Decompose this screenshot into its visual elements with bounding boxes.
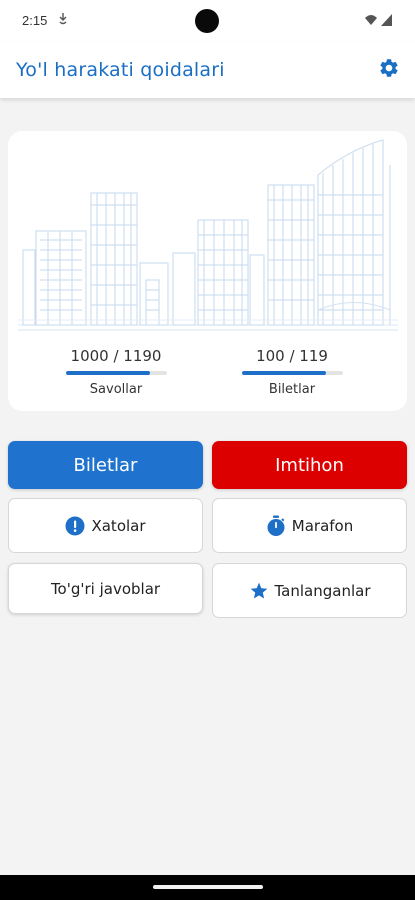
city-skyline-illustration <box>18 135 398 340</box>
questions-progress <box>65 371 167 375</box>
system-nav-bar <box>0 875 415 900</box>
questions-stat: 1000 / 1190 Savollar <box>41 347 191 397</box>
errors-button[interactable]: Xatolar <box>8 498 203 553</box>
errors-button-label: Xatolar <box>91 516 146 535</box>
questions-count: 1000 / 1190 <box>70 347 162 365</box>
settings-button[interactable] <box>375 56 403 84</box>
wifi-icon <box>364 13 378 32</box>
data-saver-icon <box>58 12 68 31</box>
app-bar: Yo'l harakati qoidalari <box>0 42 415 98</box>
marathon-button[interactable]: Marafon <box>212 498 407 553</box>
status-time: 2:15 <box>22 13 48 28</box>
stopwatch-icon <box>266 515 286 537</box>
star-icon <box>249 581 269 601</box>
tickets-button-label: Biletlar <box>73 454 138 476</box>
questions-label: Savollar <box>89 382 143 397</box>
home-gesture-handle[interactable] <box>153 885 263 889</box>
correct-answers-button[interactable]: To'g'ri javoblar <box>8 563 203 614</box>
exam-button[interactable]: Imtihon <box>212 441 407 489</box>
stats-card: 1000 / 1190 Savollar 100 / 119 Biletlar <box>8 131 407 411</box>
correct-answers-button-label: To'g'ri javoblar <box>50 579 161 598</box>
favorites-button-label: Tanlanganlar <box>274 581 371 600</box>
favorites-button[interactable]: Tanlanganlar <box>212 563 407 618</box>
status-bar: 2:15 <box>0 0 415 42</box>
gear-icon <box>378 57 400 84</box>
tickets-stat: 100 / 119 Biletlar <box>217 347 367 397</box>
marathon-button-label: Marafon <box>291 516 354 535</box>
tickets-label: Biletlar <box>268 382 316 397</box>
tickets-button[interactable]: Biletlar <box>8 441 203 489</box>
tickets-progress-fill <box>241 371 327 375</box>
app-title: Yo'l harakati qoidalari <box>16 59 225 81</box>
tickets-count: 100 / 119 <box>256 347 328 365</box>
exclamation-circle-icon <box>65 516 85 536</box>
questions-progress-fill <box>65 371 151 375</box>
tickets-progress <box>241 371 343 375</box>
camera-cutout <box>195 9 219 33</box>
exam-button-label: Imtihon <box>275 454 344 476</box>
signal-icon <box>380 13 393 32</box>
status-icons <box>364 13 393 32</box>
